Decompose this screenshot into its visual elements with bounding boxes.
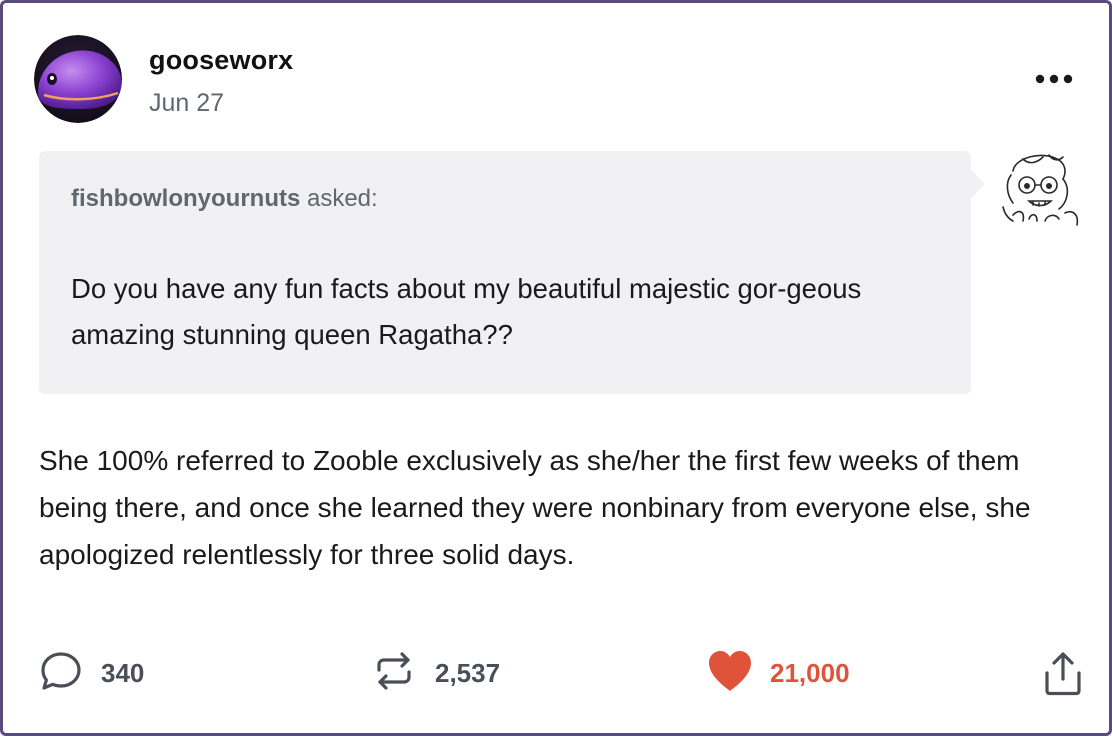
reply-button[interactable]: 340: [39, 648, 144, 698]
author-username[interactable]: gooseworx: [149, 45, 293, 76]
reblog-icon: [371, 648, 417, 699]
reblog-count: 2,537: [435, 657, 501, 688]
comment-icon: [39, 649, 83, 698]
reblog-button[interactable]: 2,537: [371, 648, 500, 698]
ellipsis-icon[interactable]: [1033, 65, 1077, 93]
asker-line: fishbowlonyournuts asked:: [71, 185, 378, 213]
heart-icon: [706, 649, 754, 698]
ask-pointer: [969, 168, 985, 200]
like-count: 21,000: [770, 657, 850, 688]
asker-avatar[interactable]: [993, 149, 1085, 237]
share-icon[interactable]: [1039, 651, 1087, 697]
post-date[interactable]: Jun 27: [149, 89, 224, 118]
post-answer: She 100% referred to Zooble exclusively …: [39, 445, 1031, 570]
asked-label: asked:: [300, 185, 378, 212]
ask-question: Do you have any fun facts about my beaut…: [71, 273, 862, 350]
reply-count: 340: [101, 657, 145, 688]
author-avatar[interactable]: [34, 35, 122, 123]
asker-username[interactable]: fishbowlonyournuts: [71, 185, 300, 212]
like-button[interactable]: 21,000: [706, 648, 850, 698]
post-card: gooseworx Jun 27 fishbowlonyournuts aske…: [0, 0, 1112, 736]
